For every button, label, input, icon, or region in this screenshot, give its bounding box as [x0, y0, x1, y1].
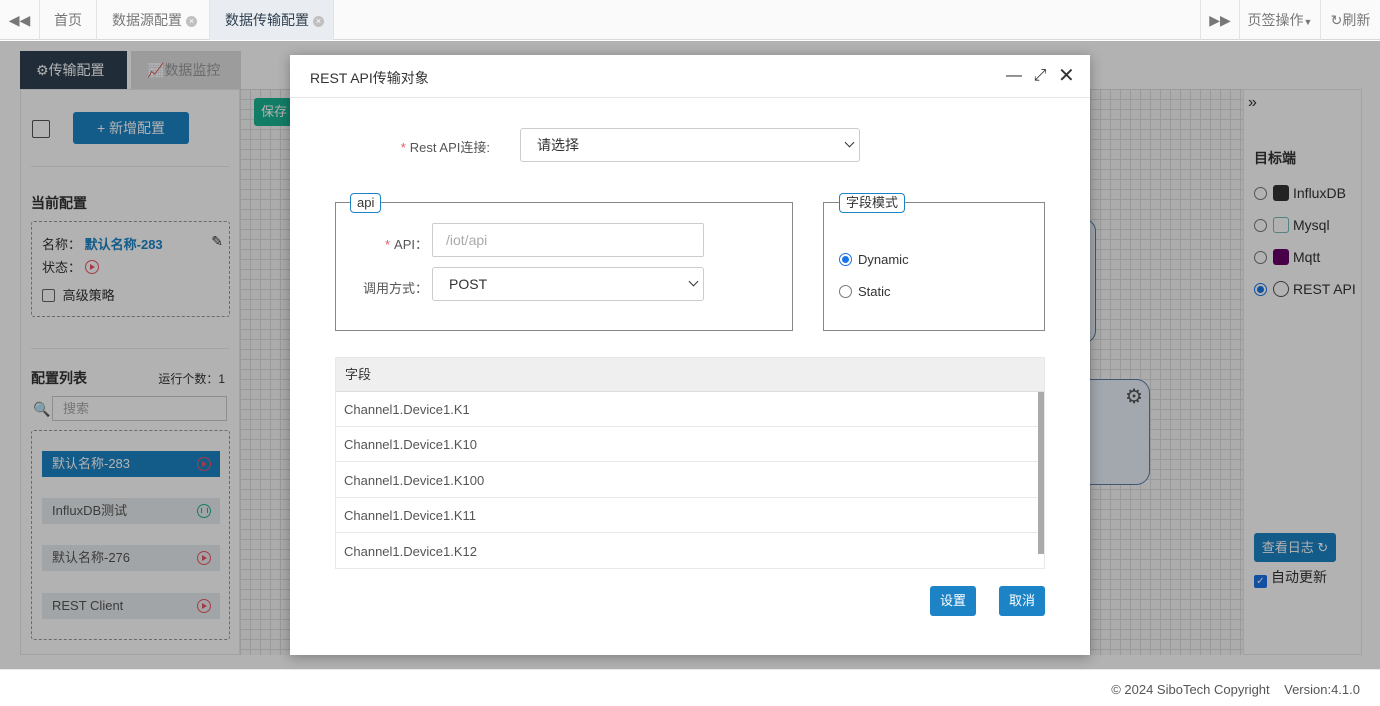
- conn-label: * Rest API连接:: [400, 140, 490, 155]
- api-input[interactable]: /iot/api: [432, 223, 704, 257]
- table-row[interactable]: Channel1.Device1.K10: [336, 427, 1039, 462]
- page-ops-label: 页签操作: [1247, 12, 1304, 28]
- rest-api-modal: REST API传输对象 — ⤢ ✕ * Rest API连接: 请选择 api …: [290, 55, 1090, 655]
- close-icon[interactable]: ×: [313, 16, 324, 27]
- double-chevron-left-icon: ◀◀: [8, 12, 31, 28]
- cancel-button[interactable]: 取消: [999, 586, 1045, 616]
- tab-datasource[interactable]: 数据源配置 ×: [97, 0, 210, 40]
- set-button[interactable]: 设置: [930, 586, 976, 616]
- table-row[interactable]: Channel1.Device1.K11: [336, 498, 1039, 533]
- footer: © 2024 SiboTech Copyright Version:4.1.0: [0, 669, 1380, 706]
- footer-text: © 2024 SiboTech Copyright Version:4.1.0: [1111, 682, 1360, 697]
- tab-label: 数据传输配置: [225, 12, 309, 28]
- copyright: © 2024 SiboTech Copyright: [1111, 682, 1270, 697]
- mode-legend: 字段模式: [839, 193, 906, 213]
- tab-transfer[interactable]: 数据传输配置 ×: [210, 0, 334, 40]
- close-icon[interactable]: ×: [186, 16, 197, 27]
- close-icon[interactable]: ✕: [1058, 66, 1075, 86]
- radio-button[interactable]: [839, 285, 852, 298]
- conn-select[interactable]: 请选择: [520, 128, 860, 162]
- mode-fieldset: 字段模式 Dynamic Static: [823, 193, 1045, 331]
- modal-header: REST API传输对象 — ⤢ ✕: [290, 55, 1090, 98]
- caret-down-icon: ▼: [1303, 17, 1313, 27]
- tab-label: 数据源配置: [112, 12, 182, 28]
- scroll-right-button[interactable]: ▶▶: [1200, 0, 1240, 40]
- mode-static-label: Static: [858, 284, 891, 299]
- conn-label-text: Rest API连接:: [409, 140, 490, 155]
- method-select[interactable]: POST: [432, 267, 704, 301]
- mode-dynamic[interactable]: Dynamic: [839, 252, 909, 267]
- api-legend: api: [350, 193, 382, 213]
- api-label-text: API：: [394, 237, 428, 252]
- chevron-down-icon: [844, 137, 855, 148]
- maximize-icon[interactable]: ⤢: [1032, 67, 1048, 85]
- conn-select-value: 请选择: [537, 137, 579, 153]
- minimize-icon[interactable]: —: [1006, 67, 1022, 85]
- scroll-left-button[interactable]: ◀◀: [0, 0, 40, 40]
- table-row[interactable]: Channel1.Device1.K1: [336, 392, 1039, 427]
- version: Version:4.1.0: [1284, 682, 1360, 697]
- api-label: * API：: [384, 237, 428, 252]
- table-scrollbar[interactable]: [1038, 392, 1044, 554]
- field-table: 字段 Channel1.Device1.K1 Channel1.Device1.…: [335, 357, 1045, 569]
- method-select-value: POST: [449, 276, 488, 292]
- refresh-icon: ↻: [1330, 12, 1343, 28]
- mode-static[interactable]: Static: [839, 284, 891, 299]
- radio-button[interactable]: [839, 253, 852, 266]
- table-header: 字段: [336, 358, 1044, 392]
- top-tab-bar: ◀◀ 首页 数据源配置 × 数据传输配置 × ▶▶ 页签操作▼ ↻刷新: [0, 0, 1380, 40]
- modal-title: REST API传输对象: [310, 70, 429, 86]
- page-ops-dropdown[interactable]: 页签操作▼: [1240, 0, 1321, 40]
- double-chevron-right-icon: ▶▶: [1209, 12, 1231, 28]
- tab-home[interactable]: 首页: [40, 0, 97, 40]
- method-label: 调用方式：: [362, 281, 428, 296]
- refresh-button[interactable]: ↻刷新: [1321, 0, 1380, 40]
- mode-dynamic-label: Dynamic: [858, 252, 909, 267]
- table-row[interactable]: Channel1.Device1.K100: [336, 463, 1039, 498]
- tab-label: 首页: [54, 12, 82, 28]
- api-fieldset: api * API： /iot/api 调用方式： POST: [335, 193, 793, 331]
- refresh-label: 刷新: [1342, 12, 1371, 28]
- chevron-down-icon: [688, 276, 699, 287]
- table-row[interactable]: Channel1.Device1.K12: [336, 534, 1039, 568]
